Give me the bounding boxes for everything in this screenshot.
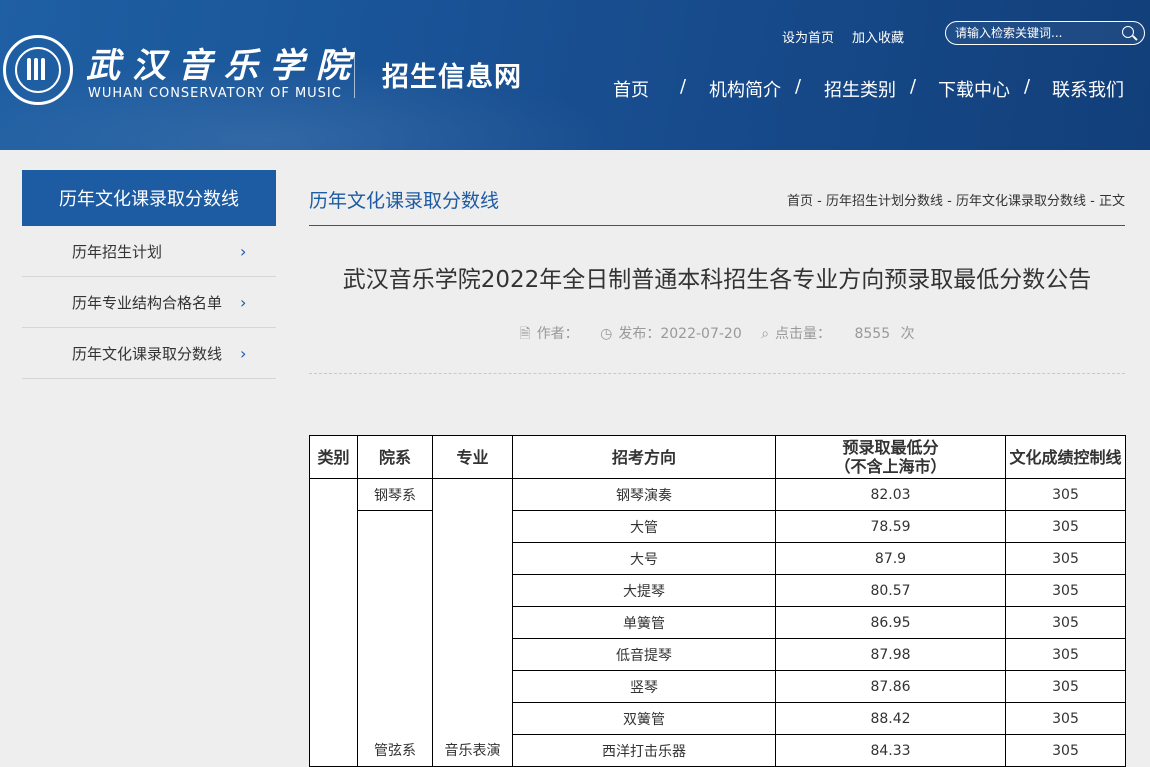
sidebar-item-culture-score-line[interactable]: 历年文化课录取分数线 › xyxy=(22,328,276,379)
culture-line-cell: 305 xyxy=(1005,702,1126,735)
header-major: 专业 xyxy=(432,435,513,479)
breadcrumb-current: 正文 xyxy=(1098,194,1125,209)
category-cell xyxy=(309,478,358,767)
nav-separator: / xyxy=(795,76,802,97)
department-cell: 管弦系 xyxy=(357,510,433,767)
chevron-right-icon: › xyxy=(240,241,247,261)
click-count-label: 点击量： xyxy=(775,326,832,342)
sidebar-item-label: 历年专业结构合格名单 xyxy=(72,293,223,312)
nav-home[interactable]: 首页 xyxy=(613,76,649,102)
table-row: 管弦系 大管 78.59 305 xyxy=(310,510,1126,767)
nav-separator: / xyxy=(680,76,687,97)
chevron-right-icon: › xyxy=(240,343,247,363)
direction-cell: 大提琴 xyxy=(512,574,776,607)
score-table: 类别 院系 专业 招考方向 预录取最低分 （不含上海市） 文化成绩控制线 钢琴系… xyxy=(309,435,1126,767)
breadcrumb: 首页 - 历年招生计划分数线 - 历年文化课录取分数线 - 正文 xyxy=(787,190,1125,209)
click-count-unit: 次 xyxy=(900,326,915,342)
nav-separator: / xyxy=(1024,76,1031,97)
sidebar-item-label: 历年文化课录取分数线 xyxy=(72,344,223,363)
culture-line-cell: 305 xyxy=(1005,638,1126,671)
score-cell: 78.59 xyxy=(775,510,1006,543)
header-min-score-line2: （不含上海市） xyxy=(834,457,947,476)
sidebar-title: 历年文化课录取分数线 xyxy=(22,170,276,226)
search-box xyxy=(945,21,1145,45)
logo-english-name: WUHAN CONSERVATORY OF MUSIC xyxy=(88,86,342,101)
school-emblem-icon[interactable] xyxy=(3,35,73,105)
set-homepage-link[interactable]: 设为首页 xyxy=(782,27,834,46)
breadcrumb-separator: - xyxy=(817,194,822,209)
score-cell: 80.57 xyxy=(775,574,1006,607)
header-min-score: 预录取最低分 （不含上海市） xyxy=(775,435,1006,479)
direction-cell: 双簧管 xyxy=(512,702,776,735)
direction-cell: 西洋打击乐器 xyxy=(512,734,776,767)
table-row: 钢琴系 音乐表演 钢琴演奏 82.03 305 xyxy=(309,478,1126,767)
score-cell: 88.42 xyxy=(775,702,1006,735)
chevron-right-icon: › xyxy=(240,292,247,312)
site-name: 招生信息网 xyxy=(382,62,522,93)
breadcrumb-enrollment-score[interactable]: 历年招生计划分数线 xyxy=(826,194,943,209)
header-min-score-line1: 预录取最低分 xyxy=(842,438,939,457)
breadcrumb-separator: - xyxy=(947,194,952,209)
score-cell: 87.98 xyxy=(775,638,1006,671)
direction-cell: 钢琴演奏 xyxy=(512,478,776,511)
click-count-icon: ⌕ xyxy=(761,326,770,342)
sidebar: 历年文化课录取分数线 历年招生计划 › 历年专业结构合格名单 › 历年文化课录取… xyxy=(22,170,276,379)
culture-line-cell: 305 xyxy=(1005,478,1126,511)
logo-divider xyxy=(354,52,355,98)
click-count: 8555 xyxy=(854,326,891,342)
search-icon[interactable] xyxy=(1122,26,1134,38)
add-favorite-link[interactable]: 加入收藏 xyxy=(852,27,904,46)
breadcrumb-separator: - xyxy=(1090,194,1095,209)
direction-cell: 竖琴 xyxy=(512,670,776,703)
publish-date: 发布：2022-07-20 xyxy=(618,326,742,342)
sidebar-item-enrollment-plan[interactable]: 历年招生计划 › xyxy=(22,226,276,277)
logo-chinese-name[interactable]: 武汉音乐学院 xyxy=(86,38,362,87)
author-icon: 🗎 xyxy=(519,326,531,342)
section-title: 历年文化课录取分数线 xyxy=(309,190,500,212)
table-header-row: 类别 院系 专业 招考方向 预录取最低分 （不含上海市） 文化成绩控制线 xyxy=(309,435,1126,479)
score-cell: 87.9 xyxy=(775,542,1006,575)
article-meta: 🗎 作者： ◷ 发布：2022-07-20 ⌕ 点击量： 8555 次 xyxy=(309,323,1125,347)
score-cell: 82.03 xyxy=(775,478,1006,511)
culture-line-cell: 305 xyxy=(1005,542,1126,575)
direction-cell: 低音提琴 xyxy=(512,638,776,671)
section-divider xyxy=(309,225,1125,226)
breadcrumb-culture-score[interactable]: 历年文化课录取分数线 xyxy=(956,194,1086,209)
nav-separator: / xyxy=(910,76,917,97)
nav-contact[interactable]: 联系我们 xyxy=(1052,76,1124,102)
sidebar-item-label: 历年招生计划 xyxy=(72,242,163,261)
header-department: 院系 xyxy=(357,435,433,479)
author-label: 作者： xyxy=(536,326,579,342)
direction-cell: 单簧管 xyxy=(512,606,776,639)
culture-line-cell: 305 xyxy=(1005,670,1126,703)
major-cell: 音乐表演 xyxy=(432,478,513,767)
direction-cell: 大管 xyxy=(512,510,776,543)
score-cell: 86.95 xyxy=(775,606,1006,639)
nav-downloads[interactable]: 下载中心 xyxy=(938,76,1010,102)
culture-line-cell: 305 xyxy=(1005,510,1126,543)
culture-line-cell: 305 xyxy=(1005,606,1126,639)
score-cell: 87.86 xyxy=(775,670,1006,703)
nav-about[interactable]: 机构简介 xyxy=(709,76,781,102)
header-culture-line: 文化成绩控制线 xyxy=(1005,435,1126,479)
score-cell: 84.33 xyxy=(775,734,1006,767)
site-header: 武汉音乐学院 WUHAN CONSERVATORY OF MUSIC 招生信息网… xyxy=(0,0,1150,150)
department-cell: 钢琴系 xyxy=(357,478,433,511)
header-direction: 招考方向 xyxy=(512,435,776,479)
article-title: 武汉音乐学院2022年全日制普通本科招生各专业方向预录取最低分数公告 xyxy=(342,267,1092,293)
breadcrumb-home[interactable]: 首页 xyxy=(787,194,813,209)
search-input[interactable] xyxy=(955,24,1115,42)
nav-admission-types[interactable]: 招生类别 xyxy=(824,76,896,102)
header-category: 类别 xyxy=(309,435,358,479)
culture-line-cell: 305 xyxy=(1005,734,1126,767)
clock-icon: ◷ xyxy=(600,326,613,342)
culture-line-cell: 305 xyxy=(1005,574,1126,607)
direction-cell: 大号 xyxy=(512,542,776,575)
dashed-divider xyxy=(309,373,1125,374)
sidebar-item-qualified-list[interactable]: 历年专业结构合格名单 › xyxy=(22,277,276,328)
